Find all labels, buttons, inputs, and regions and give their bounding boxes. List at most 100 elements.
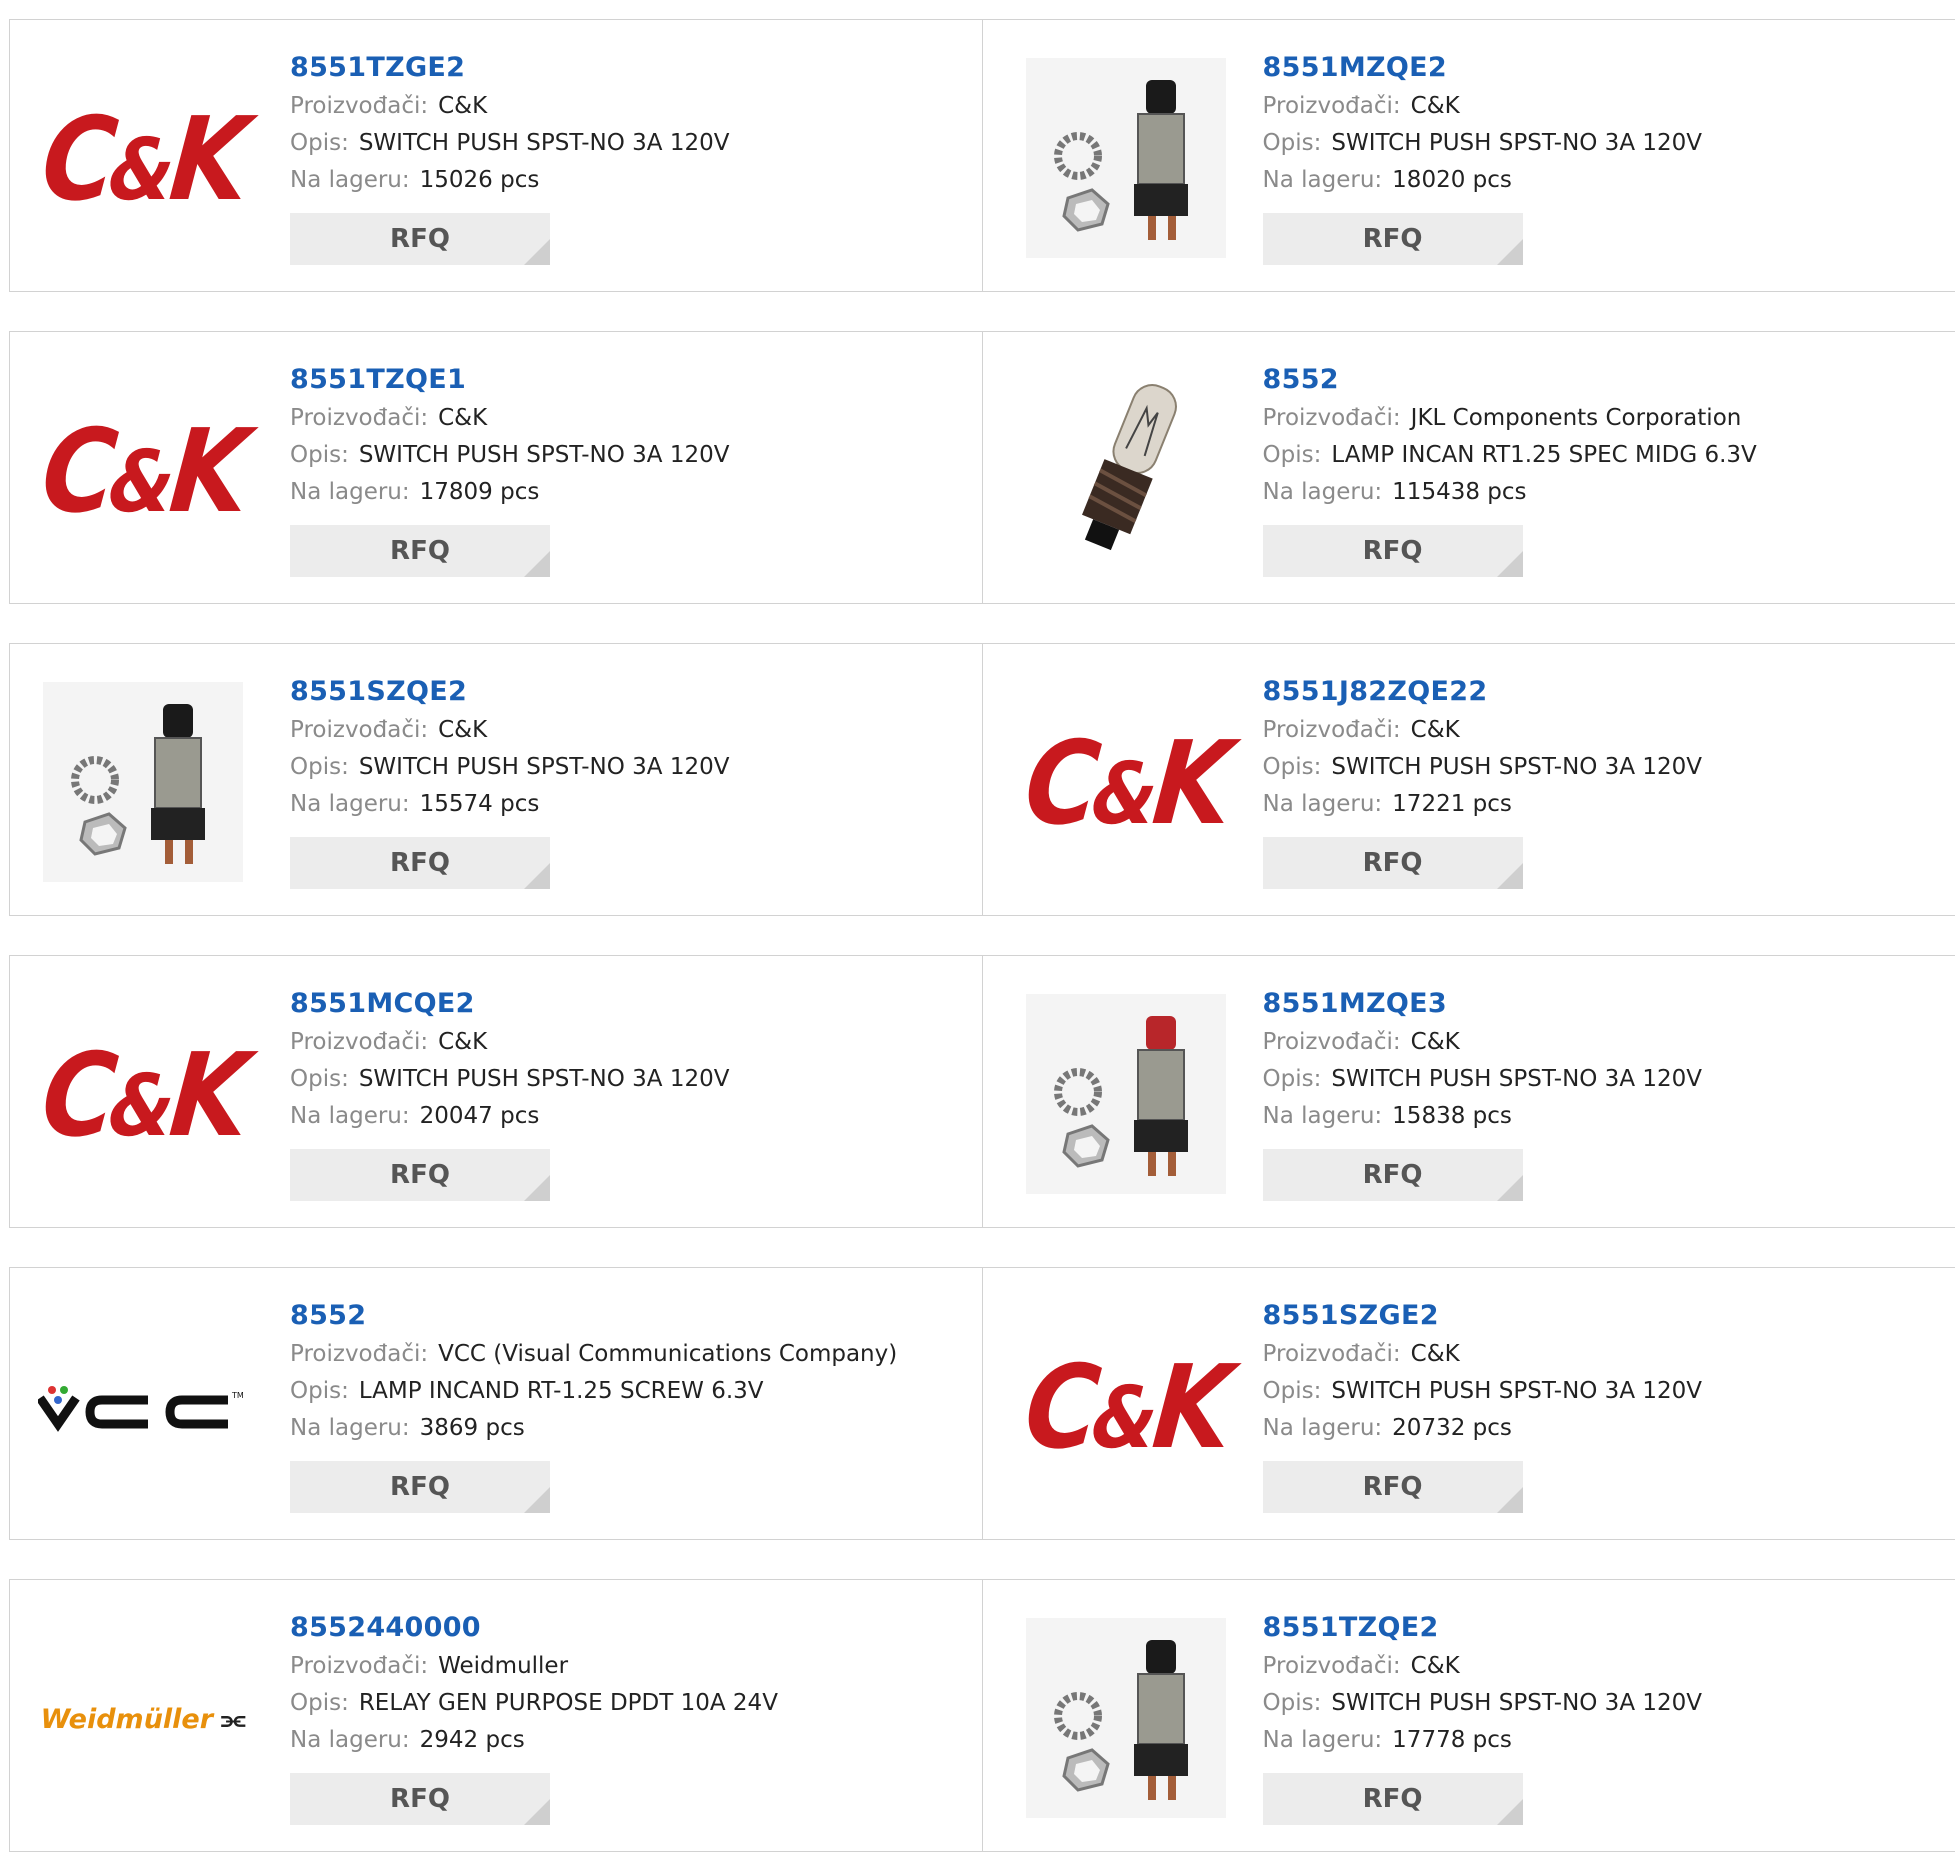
product-title-link[interactable]: 8551TZQE2 [1263,1608,1702,1648]
manufacturer-label: Proizvođači: [290,717,429,743]
description-value: SWITCH PUSH SPST-NO 3A 120V [1331,130,1702,156]
ck-logo-icon: C&K [37,404,249,539]
description-line: Opis: SWITCH PUSH SPST-NO 3A 120V [290,125,729,162]
product-title-link[interactable]: 8551J82ZQE22 [1263,672,1702,712]
product-card: 8551TZQE2 Proizvođači: C&K Opis: SWITCH PU… [982,1579,1955,1852]
product-image[interactable]: TM [36,1308,248,1508]
rfq-button[interactable]: RFQ [290,837,550,889]
product-image[interactable] [1023,370,1229,572]
stock-value: 18020 pcs [1392,167,1512,193]
manufacturer-line: Proizvođači: VCC (Visual Communications C… [290,1336,897,1373]
product-image[interactable] [40,682,246,886]
pushbutton-icon [1025,58,1226,262]
rfq-button[interactable]: RFQ [290,213,550,265]
description-value: RELAY GEN PURPOSE DPDT 10A 24V [358,1690,778,1716]
manufacturer-line: Proizvođači: JKL Components Corporation [1263,400,1757,437]
stock-line: Na lageru: 15838 pcs [1263,1098,1702,1135]
product-row: Weidmüller ⫘ 8552440000 Proizvođači: Weidm… [9,1579,1955,1852]
product-info: 8551SZGE2 Proizvođači: C&K Opis: SWITCH PU… [1262,1296,1702,1513]
rfq-button[interactable]: RFQ [290,525,550,577]
description-value: SWITCH PUSH SPST-NO 3A 120V [358,130,730,156]
product-image[interactable]: C&K [37,372,249,572]
stock-label: Na lageru: [290,1415,410,1441]
rfq-button[interactable]: RFQ [1262,213,1523,265]
ck-logo-icon: C&K [37,92,249,227]
product-title-link[interactable]: 8552 [290,1296,897,1336]
pushbutton-icon [43,682,243,886]
manufacturer-value: JKL Components Corporation [1410,405,1742,431]
manufacturer-label: Proizvođači: [290,1653,429,1679]
product-info: 8551TZQE2 Proizvođači: C&K Opis: SWITCH PU… [1262,1608,1702,1825]
stock-value: 20732 pcs [1392,1415,1512,1441]
description-line: Opis: SWITCH PUSH SPST-NO 3A 120V [1263,1373,1702,1410]
manufacturer-value: C&K [1410,93,1460,119]
description-line: Opis: SWITCH PUSH SPST-NO 3A 120V [290,437,729,474]
product-title-link[interactable]: 8551TZQE1 [290,360,729,400]
rfq-button[interactable]: RFQ [290,1149,550,1201]
product-card: Weidmüller ⫘ 8552440000 Proizvođači: Weidm… [9,1579,983,1852]
product-title-link[interactable]: 8551TZGE2 [290,48,729,88]
stock-label: Na lageru: [290,1103,410,1129]
stock-label: Na lageru: [1262,791,1383,817]
manufacturer-value: C&K [1410,1653,1460,1679]
rfq-button[interactable]: RFQ [1262,525,1523,577]
description-label: Opis: [290,442,349,468]
product-title-link[interactable]: 8551SZQE2 [290,672,729,712]
rfq-button[interactable]: RFQ [1262,1773,1523,1825]
product-image[interactable] [1023,58,1229,262]
vcc-logo-icon: TM [36,1376,248,1440]
manufacturer-line: Proizvođači: C&K [290,400,729,437]
product-card: 8552 Proizvođači: JKL Components Corporat… [982,331,1955,604]
stock-label: Na lageru: [1262,167,1383,193]
product-image[interactable]: C&K [37,60,249,260]
product-info: 8551MCQE2 Proizvođači: C&K Opis: SWITCH PU… [290,984,729,1201]
product-card: C&K 8551TZGE2 Proizvođači: C&K Opis: SWITC… [9,19,983,292]
pushbutton-icon [1025,1618,1226,1822]
product-info: 8552 Proizvođači: JKL Components Corporat… [1262,360,1757,577]
product-title-link[interactable]: 8551MZQE3 [1263,984,1702,1024]
manufacturer-label: Proizvođači: [290,93,429,119]
product-image[interactable] [1023,1618,1229,1822]
rfq-button[interactable]: RFQ [290,1461,550,1513]
product-title-link[interactable]: 8551MZQE2 [1263,48,1702,88]
manufacturer-line: Proizvođači: C&K [1263,88,1702,125]
stock-value: 115438 pcs [1392,479,1527,505]
stock-value: 17809 pcs [419,479,540,505]
product-title-link[interactable]: 8552440000 [290,1608,778,1648]
stock-line: Na lageru: 17778 pcs [1263,1722,1702,1759]
product-info: 8552 Proizvođači: VCC (Visual Communicati… [290,1296,897,1513]
product-image[interactable] [1023,994,1229,1196]
product-card: 8551SZQE2 Proizvođači: C&K Opis: SWITCH PU… [9,643,983,916]
product-image[interactable]: C&K [1020,684,1232,884]
manufacturer-value: Weidmuller [438,1653,569,1679]
manufacturer-value: C&K [438,405,488,431]
rfq-button[interactable]: RFQ [1262,1461,1523,1513]
product-title-link[interactable]: 8551SZGE2 [1263,1296,1702,1336]
description-line: Opis: RELAY GEN PURPOSE DPDT 10A 24V [290,1685,778,1722]
rfq-button[interactable]: RFQ [290,1773,550,1825]
manufacturer-value: C&K [438,93,488,119]
weidmuller-logo-icon: Weidmüller ⫘ [40,1704,246,1735]
manufacturer-line: Proizvođači: C&K [290,88,729,125]
description-line: Opis: SWITCH PUSH SPST-NO 3A 120V [1263,125,1702,162]
rfq-button[interactable]: RFQ [1262,837,1523,889]
stock-value: 15838 pcs [1392,1103,1512,1129]
manufacturer-value: C&K [1410,717,1460,743]
rfq-button[interactable]: RFQ [1262,1149,1523,1201]
product-image[interactable]: Weidmüller ⫘ [40,1620,246,1820]
product-image[interactable]: C&K [1020,1308,1232,1508]
stock-value: 2942 pcs [419,1727,525,1753]
stock-label: Na lageru: [1262,1415,1383,1441]
product-card: C&K 8551J82ZQE22 Proizvođači: C&K Opis: SW… [982,643,1955,916]
product-row: C&K 8551TZQE1 Proizvođači: C&K Opis: SWITC… [9,331,1955,604]
product-title-link[interactable]: 8551MCQE2 [290,984,729,1024]
description-label: Opis: [1262,130,1322,156]
stock-label: Na lageru: [1262,1727,1383,1753]
manufacturer-label: Proizvođači: [290,1341,429,1367]
product-image[interactable]: C&K [37,996,249,1196]
description-label: Opis: [290,1690,349,1716]
manufacturer-label: Proizvođači: [1262,1029,1401,1055]
stock-label: Na lageru: [290,167,410,193]
stock-label: Na lageru: [1262,479,1383,505]
product-title-link[interactable]: 8552 [1263,360,1757,400]
